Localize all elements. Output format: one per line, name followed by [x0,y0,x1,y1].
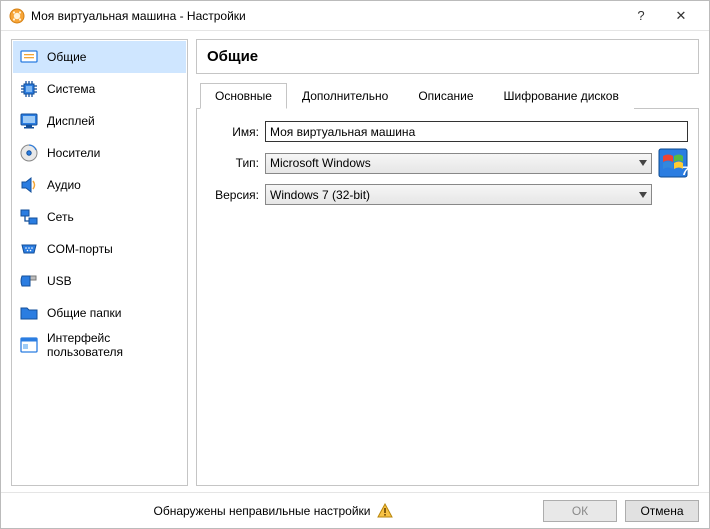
sidebar-item-label: Аудио [47,178,81,192]
chevron-down-icon [639,192,647,198]
main-panel: Общие Основные Дополнительно Описание Ши… [196,39,699,486]
sidebar-item-system[interactable]: Система [13,73,186,105]
usb-icon [19,271,39,291]
sidebar-item-storage[interactable]: Носители [13,137,186,169]
disk-icon [19,143,39,163]
sidebar-item-general[interactable]: Общие [13,41,186,73]
sidebar-item-label: COM-порты [47,242,113,256]
warning-icon [377,503,393,519]
tab-description[interactable]: Описание [403,83,488,109]
window-title: Моя виртуальная машина - Настройки [31,9,621,23]
general-icon [19,47,39,67]
app-icon [9,8,25,24]
chip-icon [19,79,39,99]
tabstrip: Основные Дополнительно Описание Шифрован… [196,82,699,109]
name-input[interactable] [265,121,688,142]
help-button[interactable]: ? [621,2,661,30]
sidebar-item-label: Общие папки [47,306,121,320]
sidebar-item-shared-folders[interactable]: Общие папки [13,297,186,329]
sidebar-item-usb[interactable]: USB [13,265,186,297]
ui-icon [19,335,39,355]
network-icon [19,207,39,227]
sidebar-item-label: USB [47,274,72,288]
main-header: Общие [196,39,699,74]
sidebar-item-network[interactable]: Сеть [13,201,186,233]
cancel-button[interactable]: Отмена [625,500,699,522]
speaker-icon [19,175,39,195]
titlebar: Моя виртуальная машина - Настройки ? ✕ [1,1,709,31]
sidebar-item-label: Система [47,82,95,96]
folder-icon [19,303,39,323]
tab-body: Имя: Тип: Microsoft Windows 7 Версия: [196,109,699,486]
sidebar-item-label: Сеть [47,210,74,224]
type-select[interactable]: Microsoft Windows [265,153,652,174]
sidebar-item-label: Носители [47,146,100,160]
version-value: Windows 7 (32-bit) [270,188,370,202]
monitor-icon [19,111,39,131]
tab-encryption[interactable]: Шифрование дисков [489,83,634,109]
sidebar-item-label: Дисплей [47,114,95,128]
svg-text:7: 7 [682,164,688,178]
type-label: Тип: [207,156,259,170]
sidebar-item-display[interactable]: Дисплей [13,105,186,137]
page-title: Общие [207,48,688,65]
sidebar-item-audio[interactable]: Аудио [13,169,186,201]
tab-basic[interactable]: Основные [200,83,287,109]
sidebar-item-serial[interactable]: COM-порты [13,233,186,265]
sidebar: Общие Система Дисплей Носители Аудио [11,39,188,486]
ok-button[interactable]: ОК [543,500,617,522]
name-label: Имя: [207,125,259,139]
warning-text: Обнаружены неправильные настройки [11,503,535,519]
sidebar-item-label: Интерфейс пользователя [47,331,180,359]
version-label: Версия: [207,188,259,202]
chevron-down-icon [639,160,647,166]
footer: Обнаружены неправильные настройки ОК Отм… [1,492,709,528]
serial-port-icon [19,239,39,259]
close-button[interactable]: ✕ [661,2,701,30]
tab-advanced[interactable]: Дополнительно [287,83,403,109]
sidebar-item-label: Общие [47,50,86,64]
type-value: Microsoft Windows [270,156,371,170]
version-select[interactable]: Windows 7 (32-bit) [265,184,652,205]
os-icon: 7 [658,148,688,178]
content: Общие Система Дисплей Носители Аудио [1,31,709,492]
sidebar-item-ui[interactable]: Интерфейс пользователя [13,329,186,361]
